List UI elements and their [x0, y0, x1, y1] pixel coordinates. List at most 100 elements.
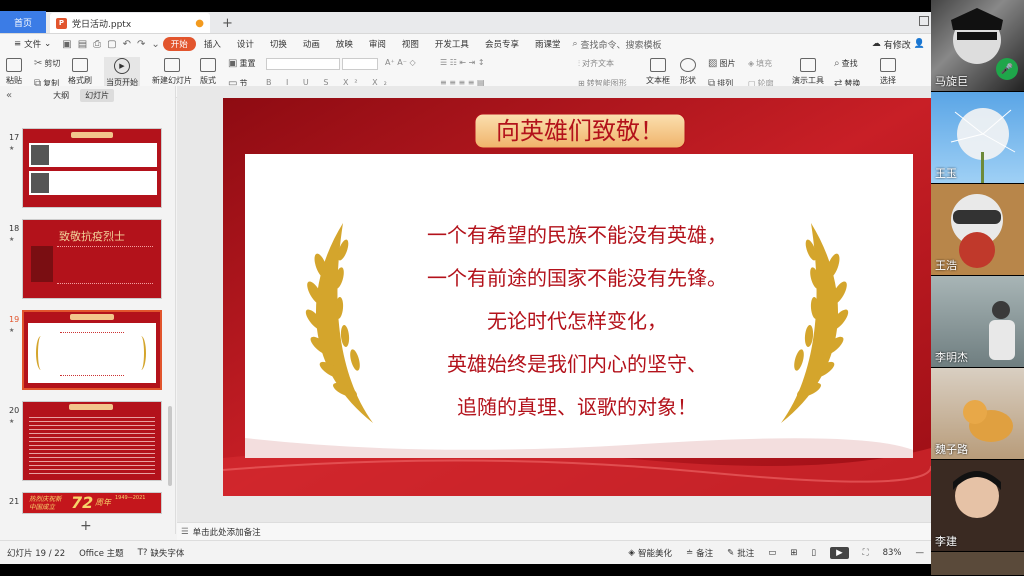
paste-icon: [6, 58, 22, 72]
select-button[interactable]: 选择: [880, 58, 896, 86]
print-icon[interactable]: ⎙: [90, 39, 104, 50]
presentation-tools-button[interactable]: 演示工具: [792, 58, 824, 86]
slide-line-3: 无论时代怎样变化，: [487, 309, 667, 333]
tab-insert[interactable]: 插入: [196, 34, 229, 54]
chevron-down-icon[interactable]: ⌄: [148, 39, 162, 50]
slide-body-text[interactable]: 一个有希望的民族不能没有英雄， 一个有前途的国家不能没有先锋。 无论时代怎样变化…: [363, 214, 791, 429]
align-text-button[interactable]: ⫶ 对齐文本: [578, 58, 614, 69]
scissors-icon: ✂: [34, 58, 43, 69]
tab-member[interactable]: 会员专享: [477, 34, 527, 54]
tab-slideshow[interactable]: 放映: [328, 34, 361, 54]
thumb21-number: 72: [71, 493, 94, 512]
list-icons[interactable]: ☰ ☷ ⇤ ⇥ ↕: [440, 58, 485, 67]
slide-line-4: 英雄始终是我们内心的坚守、: [447, 352, 707, 376]
font-size-select[interactable]: [342, 58, 378, 70]
participant-name: 马旋巨: [935, 75, 968, 88]
participant-name: 王玉: [935, 167, 957, 180]
tab-rain-classroom[interactable]: 雨课堂: [527, 34, 569, 54]
comments-button[interactable]: ✎ 批注: [720, 547, 761, 559]
slide-number: 17: [9, 133, 20, 142]
start-from-current-button[interactable]: ▶ 当页开始: [104, 57, 140, 89]
paste-label: 粘贴: [6, 76, 22, 85]
participant-tile[interactable]: 王玉: [931, 92, 1024, 184]
participant-tile[interactable]: 🎤 马旋巨: [931, 0, 1024, 92]
redo-icon[interactable]: ↷: [134, 39, 148, 50]
animation-star-icon: ★: [9, 327, 15, 334]
align-text-icon: ⫶: [578, 58, 580, 68]
font-grow-icon[interactable]: A⁺ A⁻ ◇: [385, 58, 416, 67]
participant-tile[interactable]: [931, 552, 1024, 576]
theme-name[interactable]: Office 主题: [72, 547, 131, 559]
participant-tile[interactable]: 魏子路: [931, 368, 1024, 460]
play-icon: ▶: [114, 58, 130, 74]
zoom-level[interactable]: 83%: [876, 548, 909, 558]
participant-name: 王浩: [935, 259, 957, 272]
comments-label: 批注: [737, 548, 755, 559]
slide-thumbnail-20[interactable]: [22, 401, 162, 481]
tab-transition[interactable]: 切换: [262, 34, 295, 54]
tab-design[interactable]: 设计: [229, 34, 262, 54]
notes-toggle-button[interactable]: ≐ 备注: [679, 547, 720, 559]
sorter-view-icon[interactable]: ⊞: [783, 548, 804, 558]
command-search[interactable]: ⌕ 查找命令、搜索模板: [572, 38, 661, 51]
slide-thumbnail-17[interactable]: [22, 128, 162, 208]
add-slide-plus-icon[interactable]: +: [80, 518, 92, 534]
layout-button[interactable]: 版式: [200, 58, 216, 86]
cut-button[interactable]: ✂ 剪切: [34, 58, 60, 69]
home-tab[interactable]: 首页: [0, 11, 46, 33]
layout-icon: [200, 58, 216, 72]
smart-beautify-button[interactable]: ◈ 智能美化: [621, 547, 679, 559]
preview-icon[interactable]: ▢: [104, 39, 119, 50]
thumbnail-scrollbar[interactable]: [168, 406, 172, 486]
tab-developer[interactable]: 开发工具: [427, 34, 477, 54]
file-menu[interactable]: ≡ 文件 ⌄: [6, 34, 59, 54]
participant-tile[interactable]: 王浩: [931, 184, 1024, 276]
participant-tile[interactable]: 李明杰: [931, 276, 1024, 368]
missing-font-button[interactable]: T? 缺失字体: [131, 547, 192, 559]
slideshow-play-button[interactable]: ▶: [823, 546, 856, 559]
find-button[interactable]: ⌕ 查找: [834, 58, 858, 69]
fill-button[interactable]: ◈ 填充: [748, 58, 772, 69]
new-slide-button[interactable]: 新建幻灯片: [152, 58, 192, 86]
format-painter-button[interactable]: 格式刷: [68, 58, 92, 86]
shape-button[interactable]: 形状: [680, 58, 696, 86]
window-restore-icon[interactable]: [919, 16, 929, 26]
tab-slides[interactable]: 幻灯片: [80, 88, 115, 102]
reading-view-icon[interactable]: ▯: [804, 548, 823, 558]
zoom-out-icon[interactable]: —: [909, 548, 932, 558]
notes-pane[interactable]: ☰ 单击此处添加备注: [177, 522, 931, 540]
undo-icon[interactable]: ↶: [120, 39, 134, 50]
shape-icon: [680, 58, 696, 72]
current-slide[interactable]: 向英雄们致敬！ 一个有希望的民族不能没有英雄， 一个有前途的国家不能没有先锋。 …: [223, 98, 931, 496]
cursor-icon: [880, 58, 896, 72]
save-icon[interactable]: ▣: [59, 39, 74, 50]
picture-button[interactable]: ▨ 图片: [708, 58, 735, 69]
tab-view[interactable]: 视图: [394, 34, 427, 54]
slide-thumbnail-18[interactable]: 致敬抗疫烈士: [22, 219, 162, 299]
tab-outline[interactable]: 大纲: [48, 89, 74, 102]
paste-button[interactable]: 粘贴: [6, 58, 22, 86]
slide-thumbnail-21[interactable]: 热烈庆祝新中国成立 72 周年 1949—2021: [22, 492, 162, 514]
status-bar: 幻灯片 19 / 22 Office 主题 T? 缺失字体 ◈ 智能美化 ≐ 备注 ✎…: [0, 540, 931, 564]
has-changes[interactable]: ☁ 有修改 👤: [872, 38, 931, 51]
notes-toggle-label: 备注: [696, 548, 714, 559]
new-tab-plus-icon[interactable]: +: [222, 13, 233, 33]
fit-window-icon[interactable]: ⛶: [856, 548, 876, 558]
collapse-panel-icon[interactable]: «: [6, 90, 12, 101]
export-pdf-icon[interactable]: ▤: [75, 39, 90, 50]
slide-title[interactable]: 向英雄们致敬！: [475, 116, 685, 146]
document-tab[interactable]: P 党日活动.pptx ●: [50, 13, 210, 33]
tab-review[interactable]: 审阅: [361, 34, 394, 54]
tab-home-ribbon[interactable]: 开始: [162, 37, 196, 51]
reset-button[interactable]: ▣ 重置: [228, 58, 255, 69]
participant-tile[interactable]: 李建: [931, 460, 1024, 552]
font-name-select[interactable]: [266, 58, 340, 70]
missing-font-label: 缺失字体: [150, 548, 185, 559]
file-menu-label: 文件: [24, 40, 42, 50]
slide-thumbnail-19[interactable]: [22, 310, 162, 390]
document-tab-label: 党日活动.pptx: [72, 19, 132, 30]
textbox-button[interactable]: 文本框: [646, 58, 670, 86]
normal-view-icon[interactable]: ▭: [761, 548, 783, 558]
menu-bar: ≡ 文件 ⌄ ▣ ▤ ⎙ ▢ ↶ ↷ ⌄ 开始 插入 设计 切换 动画 放映 审阅 …: [0, 34, 931, 54]
tab-animation[interactable]: 动画: [295, 34, 328, 54]
